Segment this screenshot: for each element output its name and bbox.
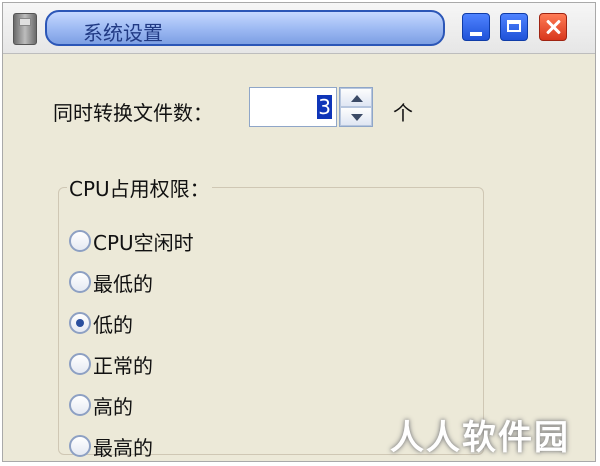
cpu-option-label: CPU空闲时 — [93, 230, 194, 255]
radio-icon[interactable] — [69, 312, 91, 334]
cpu-option-label: 高的 — [93, 394, 133, 419]
cpu-option-label: 正常的 — [93, 353, 153, 378]
watermark: 人人软件园 — [390, 418, 570, 458]
concurrent-files-value: 3 — [317, 95, 332, 119]
cpu-option-lowest[interactable]: 最低的 — [69, 267, 153, 297]
radio-icon[interactable] — [69, 271, 91, 293]
cpu-option-label: 最高的 — [93, 435, 153, 460]
concurrent-files-spinner[interactable] — [339, 87, 373, 127]
concurrent-files-unit: 个 — [393, 101, 413, 125]
system-settings-window: 系统设置 同时转换文件数： 3 个 CPU占用权限： CPU空闲时 最低的 低的… — [2, 2, 596, 462]
cpu-priority-legend: CPU占用权限： — [69, 177, 210, 201]
radio-icon[interactable] — [69, 230, 91, 252]
app-icon — [13, 13, 37, 45]
cpu-option-label: 低的 — [93, 312, 133, 337]
cpu-option-low[interactable]: 低的 — [69, 308, 133, 338]
radio-icon[interactable] — [69, 435, 91, 457]
radio-icon[interactable] — [69, 353, 91, 375]
spin-up-button[interactable] — [340, 88, 372, 107]
cpu-option-idle[interactable]: CPU空闲时 — [69, 226, 194, 256]
cpu-option-label: 最低的 — [93, 271, 153, 296]
cpu-option-normal[interactable]: 正常的 — [69, 349, 153, 379]
cpu-option-highest[interactable]: 最高的 — [69, 431, 153, 461]
maximize-button[interactable] — [500, 13, 528, 41]
concurrent-files-label: 同时转换文件数： — [53, 101, 213, 125]
title-bar[interactable]: 系统设置 — [3, 3, 595, 54]
concurrent-files-input[interactable]: 3 — [249, 87, 337, 127]
cpu-option-high[interactable]: 高的 — [69, 390, 133, 420]
minimize-button[interactable] — [462, 13, 490, 41]
close-button[interactable] — [539, 13, 567, 41]
radio-icon[interactable] — [69, 394, 91, 416]
window-title: 系统设置 — [83, 21, 163, 45]
spin-down-button[interactable] — [340, 107, 372, 126]
title-pill: 系统设置 — [45, 10, 445, 46]
